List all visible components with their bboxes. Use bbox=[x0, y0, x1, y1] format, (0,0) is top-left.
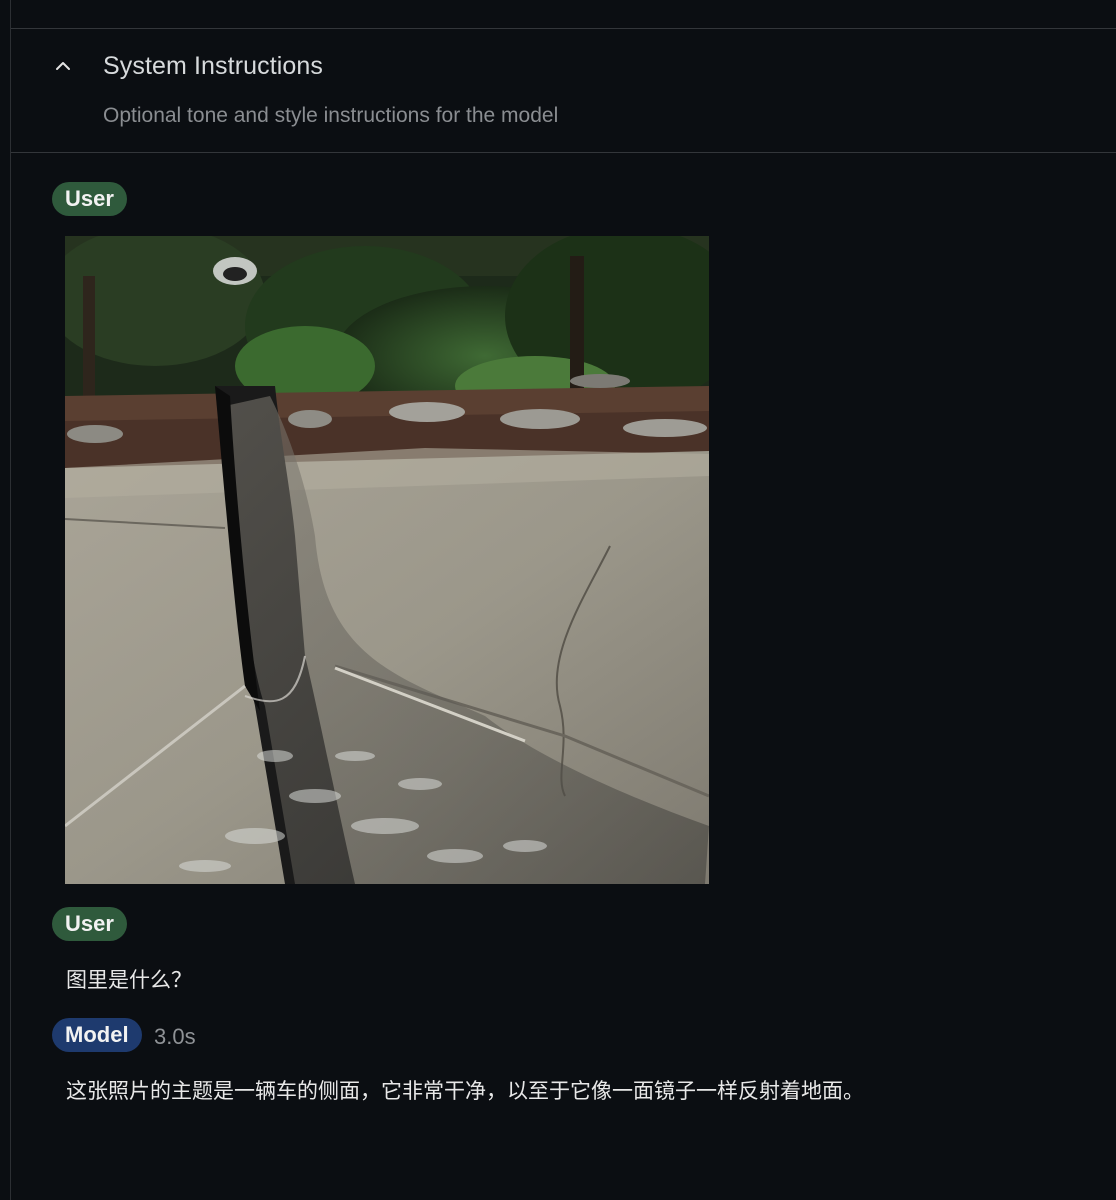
chevron-up-icon[interactable] bbox=[51, 54, 75, 78]
section-divider bbox=[11, 152, 1116, 153]
system-instructions-input[interactable]: Optional tone and style instructions for… bbox=[103, 104, 558, 128]
system-instructions-title: System Instructions bbox=[103, 51, 324, 80]
model-message-text: 这张照片的主题是一辆车的侧面，它非常干净，以至于它像一面镜子一样反射着地面。 bbox=[66, 1079, 864, 1103]
user-message-text: 图里是什么？ bbox=[66, 968, 192, 992]
response-time: 3.0s bbox=[154, 1024, 196, 1049]
role-badge-user: User bbox=[52, 907, 127, 941]
top-divider bbox=[11, 28, 1116, 29]
uploaded-image[interactable] bbox=[65, 236, 709, 884]
role-badge-user: User bbox=[52, 182, 127, 216]
system-instructions-toggle[interactable]: System Instructions bbox=[51, 44, 323, 88]
role-badge-model: Model bbox=[52, 1018, 142, 1052]
chat-panel: System Instructions Optional tone and st… bbox=[10, 0, 1116, 1200]
